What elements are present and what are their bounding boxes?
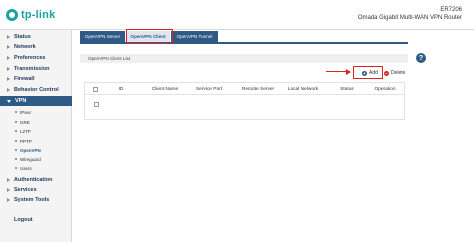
client-table: ID Client Name Service Port Remote Serve… bbox=[84, 82, 405, 120]
subnav-label: IPsec bbox=[20, 109, 32, 115]
column-service-port: Service Port bbox=[195, 86, 223, 92]
nav-services[interactable]: Services bbox=[0, 185, 72, 194]
nav-label: Preferences bbox=[14, 54, 46, 61]
tab-openvpn-server[interactable]: OpenVPN Server bbox=[80, 31, 125, 42]
nav-label: Network bbox=[14, 43, 36, 50]
subnav-ipsec[interactable]: IPsec bbox=[0, 108, 72, 116]
tab-openvpn-tunnel[interactable]: OpenVPN Tunnel bbox=[171, 31, 218, 42]
minus-circle-icon: − bbox=[384, 70, 389, 76]
nav-label: Status bbox=[14, 33, 31, 40]
subnav-label: Users bbox=[20, 165, 32, 171]
checkbox-icon bbox=[92, 86, 98, 92]
bullet-icon bbox=[15, 149, 17, 151]
nav-transmission[interactable]: Transmission bbox=[0, 64, 72, 73]
column-remote-server: Remote Server bbox=[241, 86, 275, 92]
tab-highlight-box bbox=[126, 29, 173, 44]
nav-label: Transmission bbox=[14, 65, 50, 72]
tplink-logo-icon bbox=[6, 9, 18, 21]
chevron-right-icon bbox=[7, 197, 10, 202]
subnav-label: PPTP bbox=[20, 138, 32, 144]
subnav-openvpn[interactable]: OpenVPN bbox=[0, 146, 72, 154]
device-info: ER7206 Omada Gigabit Multi-WAN VPN Route… bbox=[358, 6, 462, 22]
chevron-right-icon bbox=[7, 44, 10, 49]
subnav-gre[interactable]: GRE bbox=[0, 118, 72, 126]
nav-network[interactable]: Network bbox=[0, 42, 72, 51]
nav-vpn[interactable]: VPN bbox=[0, 96, 72, 106]
row-checkbox[interactable] bbox=[94, 102, 99, 107]
nav-label: Authentication bbox=[14, 176, 53, 183]
delete-button[interactable]: − Delete bbox=[384, 68, 405, 78]
chevron-down-icon bbox=[7, 99, 11, 103]
chevron-right-icon bbox=[7, 87, 10, 92]
subnav-users[interactable]: Users bbox=[0, 164, 72, 172]
brand-name: tp-link bbox=[21, 9, 56, 21]
nav-label: Behavior Control bbox=[14, 86, 59, 93]
nav-behavior-control[interactable]: Behavior Control bbox=[0, 85, 72, 94]
chevron-right-icon bbox=[7, 76, 10, 81]
subnav-l2tp[interactable]: L2TP bbox=[0, 127, 72, 135]
bullet-icon bbox=[15, 130, 17, 132]
arrow-head bbox=[346, 69, 351, 75]
bullet-icon bbox=[15, 111, 17, 113]
subnav-label: GRE bbox=[20, 119, 30, 125]
select-all-checkbox[interactable] bbox=[89, 83, 101, 95]
nav-authentication[interactable]: Authentication bbox=[0, 175, 72, 184]
panel-title: OpenVPN Client List bbox=[80, 54, 408, 63]
subnav-pptp[interactable]: PPTP bbox=[0, 137, 72, 145]
top-bar: tp-link ER7206 Omada Gigabit Multi-WAN V… bbox=[0, 0, 474, 30]
add-button[interactable]: + Add bbox=[362, 68, 378, 78]
add-label: Add bbox=[369, 70, 378, 76]
sidebar: Status Network Preferences Transmission … bbox=[0, 30, 72, 242]
column-local-network: Local Network bbox=[287, 86, 319, 92]
nav-label: VPN bbox=[15, 98, 27, 104]
nav-label: Services bbox=[14, 186, 37, 193]
device-model: ER7206 bbox=[440, 7, 462, 13]
delete-label: Delete bbox=[391, 70, 406, 76]
arrow-right-icon bbox=[326, 69, 351, 75]
chevron-right-icon bbox=[7, 55, 10, 60]
subnav-label: Wireguard bbox=[20, 156, 41, 162]
subnav-wireguard[interactable]: Wireguard bbox=[0, 155, 72, 163]
chevron-right-icon bbox=[7, 177, 10, 182]
nav-label: System Tools bbox=[14, 196, 50, 203]
column-operation: Operation bbox=[374, 86, 396, 92]
nav-label: Logout bbox=[14, 216, 33, 223]
table-header: ID Client Name Service Port Remote Serve… bbox=[85, 83, 404, 95]
bullet-icon bbox=[15, 140, 17, 142]
subnav-label: OpenVPN bbox=[20, 147, 41, 153]
plus-circle-icon: + bbox=[362, 70, 367, 76]
nav-label: Firewall bbox=[14, 75, 35, 82]
column-id: ID bbox=[118, 86, 124, 92]
bullet-icon bbox=[15, 158, 17, 160]
arrow-shaft bbox=[326, 71, 346, 72]
nav-logout[interactable]: Logout bbox=[0, 215, 72, 224]
device-subtitle: Omada Gigabit Multi-WAN VPN Router bbox=[357, 15, 462, 21]
nav-system-tools[interactable]: System Tools bbox=[0, 195, 72, 204]
nav-preferences[interactable]: Preferences bbox=[0, 53, 72, 62]
nav-status[interactable]: Status bbox=[0, 32, 72, 41]
column-status: Status bbox=[340, 86, 354, 92]
chevron-right-icon bbox=[7, 34, 10, 39]
question-circle-icon[interactable]: ? bbox=[416, 53, 426, 63]
bullet-icon bbox=[15, 121, 17, 123]
bullet-icon bbox=[15, 167, 17, 169]
nav-firewall[interactable]: Firewall bbox=[0, 74, 72, 83]
chevron-right-icon bbox=[7, 66, 10, 71]
chevron-right-icon bbox=[7, 187, 10, 192]
subnav-label: L2TP bbox=[20, 128, 31, 134]
brand-logo: tp-link bbox=[6, 9, 55, 21]
